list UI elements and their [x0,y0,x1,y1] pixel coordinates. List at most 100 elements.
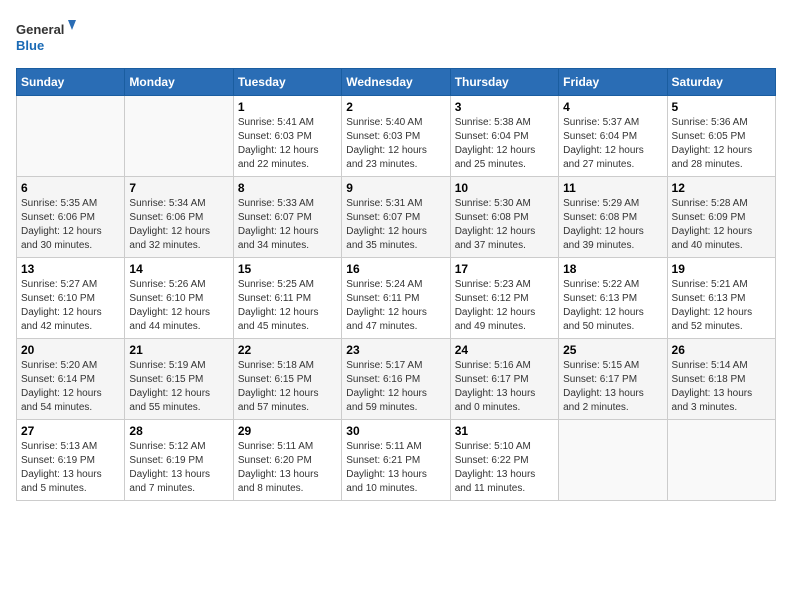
calendar-week-3: 20Sunrise: 5:20 AM Sunset: 6:14 PM Dayli… [17,339,776,420]
day-number: 10 [455,181,554,195]
calendar-week-1: 6Sunrise: 5:35 AM Sunset: 6:06 PM Daylig… [17,177,776,258]
calendar-cell [17,96,125,177]
calendar-header: SundayMondayTuesdayWednesdayThursdayFrid… [17,69,776,96]
calendar-cell: 22 Sunrise: 5:18 AM Sunset: 6:15 PM Dayli… [233,339,341,420]
day-number: 24 [455,343,554,357]
calendar-cell: 1 Sunrise: 5:41 AM Sunset: 6:03 PM Daylig… [233,96,341,177]
day-number: 11 [563,181,662,195]
calendar-cell [559,420,667,501]
day-info: Sunrise: 5:41 AM Sunset: 6:03 PM Dayligh… [238,116,337,172]
calendar-cell: 3 Sunrise: 5:38 AM Sunset: 6:04 PM Daylig… [450,96,558,177]
day-number: 22 [238,343,337,357]
day-info: Sunrise: 5:17 AM Sunset: 6:16 PM Dayligh… [346,359,445,415]
day-info: Sunrise: 5:13 AM Sunset: 6:19 PM Dayligh… [21,440,120,496]
calendar-cell: 30 Sunrise: 5:11 AM Sunset: 6:21 PM Dayli… [342,420,450,501]
day-info: Sunrise: 5:38 AM Sunset: 6:04 PM Dayligh… [455,116,554,172]
weekday-header-tuesday: Tuesday [233,69,341,96]
calendar-cell: 4 Sunrise: 5:37 AM Sunset: 6:04 PM Daylig… [559,96,667,177]
calendar-cell: 28 Sunrise: 5:12 AM Sunset: 6:19 PM Dayli… [125,420,233,501]
calendar-cell: 14Sunrise: 5:26 AM Sunset: 6:10 PM Dayli… [125,258,233,339]
calendar-cell: 11 Sunrise: 5:29 AM Sunset: 6:08 PM Dayli… [559,177,667,258]
day-number: 16 [346,262,445,276]
calendar-cell: 23 Sunrise: 5:17 AM Sunset: 6:16 PM Dayli… [342,339,450,420]
day-info: Sunrise: 5:15 AM Sunset: 6:17 PM Dayligh… [563,359,662,415]
day-number: 6 [21,181,120,195]
day-number: 2 [346,100,445,114]
day-number: 13 [21,262,120,276]
calendar-cell: 12Sunrise: 5:28 AM Sunset: 6:09 PM Dayli… [667,177,775,258]
calendar-week-2: 13Sunrise: 5:27 AM Sunset: 6:10 PM Dayli… [17,258,776,339]
weekday-header-monday: Monday [125,69,233,96]
day-number: 18 [563,262,662,276]
day-number: 25 [563,343,662,357]
day-info: Sunrise: 5:12 AM Sunset: 6:19 PM Dayligh… [129,440,228,496]
calendar-cell: 26Sunrise: 5:14 AM Sunset: 6:18 PM Dayli… [667,339,775,420]
day-number: 26 [672,343,771,357]
calendar-cell: 8Sunrise: 5:33 AM Sunset: 6:07 PM Daylig… [233,177,341,258]
day-info: Sunrise: 5:11 AM Sunset: 6:20 PM Dayligh… [238,440,337,496]
day-number: 3 [455,100,554,114]
day-number: 28 [129,424,228,438]
day-info: Sunrise: 5:20 AM Sunset: 6:14 PM Dayligh… [21,359,120,415]
calendar-cell: 20Sunrise: 5:20 AM Sunset: 6:14 PM Dayli… [17,339,125,420]
day-info: Sunrise: 5:18 AM Sunset: 6:15 PM Dayligh… [238,359,337,415]
calendar-cell: 31 Sunrise: 5:10 AM Sunset: 6:22 PM Dayli… [450,420,558,501]
calendar-week-0: 1 Sunrise: 5:41 AM Sunset: 6:03 PM Daylig… [17,96,776,177]
day-info: Sunrise: 5:37 AM Sunset: 6:04 PM Dayligh… [563,116,662,172]
day-number: 29 [238,424,337,438]
day-info: Sunrise: 5:30 AM Sunset: 6:08 PM Dayligh… [455,197,554,253]
calendar-cell: 9 Sunrise: 5:31 AM Sunset: 6:07 PM Daylig… [342,177,450,258]
day-number: 12 [672,181,771,195]
day-info: Sunrise: 5:25 AM Sunset: 6:11 PM Dayligh… [238,278,337,334]
day-number: 1 [238,100,337,114]
day-number: 8 [238,181,337,195]
day-number: 31 [455,424,554,438]
calendar-cell: 7 Sunrise: 5:34 AM Sunset: 6:06 PM Daylig… [125,177,233,258]
calendar-cell [667,420,775,501]
day-info: Sunrise: 5:36 AM Sunset: 6:05 PM Dayligh… [672,116,771,172]
day-number: 14 [129,262,228,276]
svg-text:Blue: Blue [16,38,44,53]
day-info: Sunrise: 5:40 AM Sunset: 6:03 PM Dayligh… [346,116,445,172]
page-header: General Blue [16,16,776,60]
day-number: 4 [563,100,662,114]
calendar-cell: 29 Sunrise: 5:11 AM Sunset: 6:20 PM Dayli… [233,420,341,501]
day-number: 17 [455,262,554,276]
logo: General Blue [16,16,76,60]
calendar-cell: 15 Sunrise: 5:25 AM Sunset: 6:11 PM Dayli… [233,258,341,339]
day-number: 23 [346,343,445,357]
calendar-cell: 17 Sunrise: 5:23 AM Sunset: 6:12 PM Dayli… [450,258,558,339]
day-info: Sunrise: 5:11 AM Sunset: 6:21 PM Dayligh… [346,440,445,496]
day-number: 7 [129,181,228,195]
day-number: 19 [672,262,771,276]
day-number: 27 [21,424,120,438]
day-info: Sunrise: 5:31 AM Sunset: 6:07 PM Dayligh… [346,197,445,253]
calendar-week-4: 27 Sunrise: 5:13 AM Sunset: 6:19 PM Dayli… [17,420,776,501]
calendar-cell: 10 Sunrise: 5:30 AM Sunset: 6:08 PM Dayli… [450,177,558,258]
day-info: Sunrise: 5:22 AM Sunset: 6:13 PM Dayligh… [563,278,662,334]
day-number: 30 [346,424,445,438]
day-number: 9 [346,181,445,195]
day-info: Sunrise: 5:29 AM Sunset: 6:08 PM Dayligh… [563,197,662,253]
day-number: 15 [238,262,337,276]
calendar-cell: 18 Sunrise: 5:22 AM Sunset: 6:13 PM Dayli… [559,258,667,339]
calendar-cell: 2 Sunrise: 5:40 AM Sunset: 6:03 PM Daylig… [342,96,450,177]
calendar-cell: 19Sunrise: 5:21 AM Sunset: 6:13 PM Dayli… [667,258,775,339]
calendar-cell: 27 Sunrise: 5:13 AM Sunset: 6:19 PM Dayli… [17,420,125,501]
day-info: Sunrise: 5:34 AM Sunset: 6:06 PM Dayligh… [129,197,228,253]
weekday-header-row: SundayMondayTuesdayWednesdayThursdayFrid… [17,69,776,96]
day-info: Sunrise: 5:16 AM Sunset: 6:17 PM Dayligh… [455,359,554,415]
calendar-cell: 13Sunrise: 5:27 AM Sunset: 6:10 PM Dayli… [17,258,125,339]
day-info: Sunrise: 5:23 AM Sunset: 6:12 PM Dayligh… [455,278,554,334]
day-info: Sunrise: 5:10 AM Sunset: 6:22 PM Dayligh… [455,440,554,496]
calendar-cell: 24 Sunrise: 5:16 AM Sunset: 6:17 PM Dayli… [450,339,558,420]
weekday-header-wednesday: Wednesday [342,69,450,96]
calendar-table: SundayMondayTuesdayWednesdayThursdayFrid… [16,68,776,501]
day-number: 21 [129,343,228,357]
day-info: Sunrise: 5:24 AM Sunset: 6:11 PM Dayligh… [346,278,445,334]
calendar-cell: 16 Sunrise: 5:24 AM Sunset: 6:11 PM Dayli… [342,258,450,339]
calendar-cell: 6Sunrise: 5:35 AM Sunset: 6:06 PM Daylig… [17,177,125,258]
calendar-cell: 5Sunrise: 5:36 AM Sunset: 6:05 PM Daylig… [667,96,775,177]
calendar-cell [125,96,233,177]
svg-text:General: General [16,22,64,37]
